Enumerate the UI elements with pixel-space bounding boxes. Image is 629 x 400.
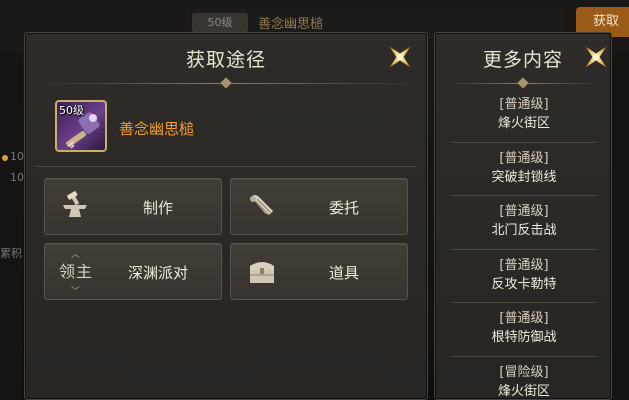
background-left-value: 10 xyxy=(10,171,24,184)
dungeon-list-item[interactable]: [普通级] 根特防御战 xyxy=(451,303,597,357)
anvil-icon xyxy=(59,191,93,223)
chevron-down-icon: ﹀ xyxy=(71,287,81,297)
craft-button-label: 制作 xyxy=(142,199,173,217)
dungeon-name: 烽火街区 xyxy=(497,383,550,399)
dungeon-name: 烽火街区 xyxy=(497,116,550,131)
background-left-strip xyxy=(0,55,22,400)
title-divider-ornament xyxy=(517,77,529,89)
items-button-label: 道具 xyxy=(328,264,359,282)
item-name: 善念幽思槌 xyxy=(119,120,195,138)
abyss-party-button[interactable]: ︿ 领主 ﹀ 深渊派对 xyxy=(44,243,222,300)
chest-icon xyxy=(245,256,279,288)
acquire-panel: 获取途径 50级 善念幽思槌 制作 委托 ︿ 领主 ﹀ 深渊派对 道具 xyxy=(24,32,428,400)
dungeon-tier: [冒险级] xyxy=(499,364,549,380)
dungeon-list-item[interactable]: [冒险级] 烽火街区 xyxy=(451,357,597,400)
hammer-item-icon[interactable]: 50级 xyxy=(55,100,107,152)
acquire-panel-title: 获取途径 xyxy=(185,49,266,71)
dungeon-name: 北门反击战 xyxy=(491,223,557,238)
close-icon[interactable] xyxy=(383,40,417,74)
more-content-panel: 更多内容 [普通级] 烽火街区 [普通级] 突破封锁线 [普通级] 北门反击战 … xyxy=(434,32,612,400)
lord-icon: 领主 xyxy=(59,262,94,281)
dungeon-name: 突破封锁线 xyxy=(491,169,557,185)
dungeon-list-item[interactable]: [普通级] 反攻卡勒特 xyxy=(451,250,597,303)
abyss-party-button-label: 深渊派对 xyxy=(127,264,188,282)
scroll-icon xyxy=(245,191,279,223)
dungeon-list-item[interactable]: [普通级] 突破封锁线 xyxy=(451,143,597,196)
background-item-title: 善念幽思槌 xyxy=(258,17,324,32)
dungeon-tier: [普通级] xyxy=(499,97,549,112)
commission-button-label: 委托 xyxy=(328,199,359,217)
dungeon-tier: [普通级] xyxy=(499,257,549,273)
item-divider xyxy=(35,166,417,167)
commission-button[interactable]: 委托 xyxy=(230,178,408,235)
dungeon-list-item[interactable]: [普通级] 北门反击战 xyxy=(451,196,597,250)
dungeon-list: [普通级] 烽火街区 [普通级] 突破封锁线 [普通级] 北门反击战 [普通级]… xyxy=(451,89,597,400)
dungeon-list-item[interactable]: [普通级] 烽火街区 xyxy=(451,89,597,143)
title-divider-ornament xyxy=(220,77,232,89)
dungeon-name: 根特防御战 xyxy=(491,330,557,345)
craft-button[interactable]: 制作 xyxy=(44,178,222,235)
dungeon-name: 反攻卡勒特 xyxy=(491,276,557,292)
dungeon-tier: [普通级] xyxy=(499,204,549,219)
dungeon-tier: [普通级] xyxy=(499,150,549,166)
background-right-edge xyxy=(612,55,629,400)
background-level-badge: 50级 xyxy=(192,13,248,33)
background-left-dot xyxy=(2,155,8,161)
background-left-label: 累积 xyxy=(0,247,22,260)
background-left-value: 10 xyxy=(10,150,24,163)
items-button[interactable]: 道具 xyxy=(230,243,408,300)
close-icon[interactable] xyxy=(579,40,613,74)
dungeon-tier: [普通级] xyxy=(499,311,549,326)
item-level-badge: 50级 xyxy=(59,104,84,117)
